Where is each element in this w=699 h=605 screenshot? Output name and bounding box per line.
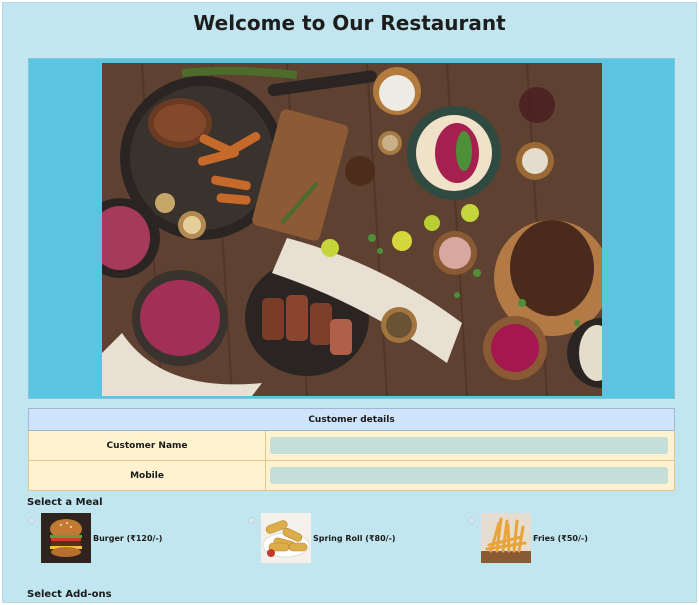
spring-roll-name: Spring Roll (₹80/-)	[313, 533, 396, 543]
page-title: Welcome to Our Restaurant	[193, 11, 506, 35]
mobile-cell	[265, 460, 675, 491]
meal-option-fries[interactable]: Fries (₹50/-)	[468, 512, 588, 564]
fries-radio[interactable]	[468, 517, 475, 524]
select-addons-label: Select Add-ons	[27, 589, 112, 600]
page-container: Welcome to Our Restaurant Customer detai…	[2, 2, 697, 603]
mobile-label: Mobile	[28, 460, 266, 491]
meal-option-spring-roll[interactable]: Spring Roll (₹80/-)	[248, 512, 396, 564]
customer-name-input[interactable]	[270, 437, 668, 454]
table-row: Customer Name	[28, 430, 675, 461]
fries-name: Fries (₹50/-)	[533, 533, 588, 543]
mobile-input[interactable]	[270, 467, 668, 484]
spring-roll-radio[interactable]	[248, 517, 255, 524]
burger-name: Burger (₹120/-)	[93, 533, 163, 543]
burger-image	[41, 513, 91, 563]
spring-roll-image	[261, 513, 311, 563]
fries-image	[481, 513, 531, 563]
hero-food-photo	[102, 63, 602, 396]
burger-radio[interactable]	[28, 517, 35, 524]
customer-details-heading: Customer details	[28, 408, 675, 431]
customer-name-cell	[265, 430, 675, 461]
select-meal-label: Select a Meal	[27, 497, 103, 508]
customer-details-table: Customer details Customer Name Mobile	[28, 408, 675, 491]
table-row: Mobile	[28, 460, 675, 491]
hero-banner	[28, 58, 675, 399]
meal-option-burger[interactable]: Burger (₹120/-)	[28, 512, 162, 564]
customer-name-label: Customer Name	[28, 430, 266, 461]
